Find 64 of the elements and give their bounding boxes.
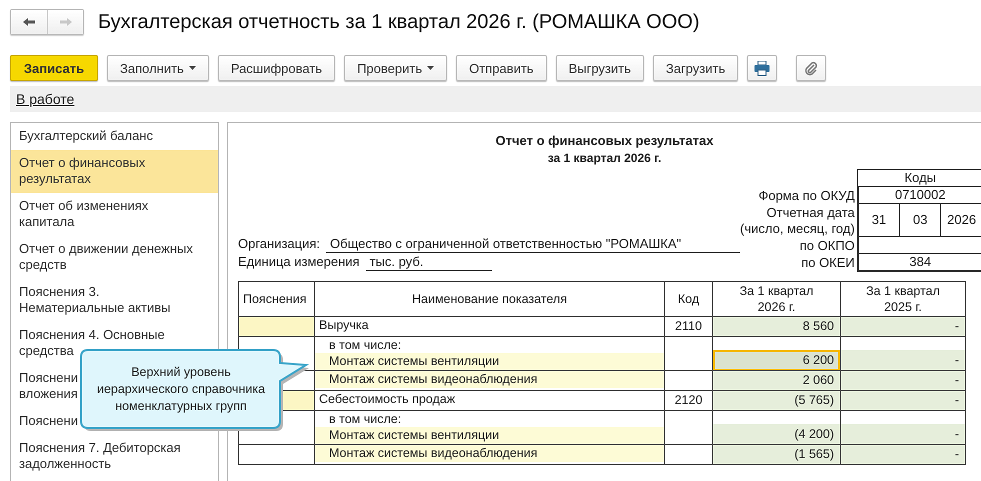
value-cell[interactable]: (1 565)	[713, 444, 840, 465]
status-link[interactable]: В работе	[16, 91, 74, 107]
dropdown-button[interactable]: Проверить	[344, 55, 448, 81]
code-label: по ОКЕИ	[800, 255, 855, 271]
report-title: Отчет о финансовых результатах	[494, 133, 714, 148]
table-cell-text: Выручка	[318, 317, 370, 334]
table-cell: Монтаж системы вентиляции	[315, 427, 664, 444]
table-cell: Монтаж системы видеонаблюдения	[315, 445, 664, 462]
window-title: Бухгалтерская отчетность за 1 квартал 2026 г. (РОМАШКА ООО)	[98, 10, 700, 34]
field-label: Единица измерения	[238, 254, 360, 271]
sidebar-item[interactable]: Пояснения 7. Дебиторская задолженность	[11, 435, 218, 478]
caret-icon	[427, 66, 434, 70]
code-label: по ОКПО	[798, 238, 855, 254]
field-label: Организация:	[238, 236, 320, 253]
left-arrow-icon	[22, 17, 36, 27]
save-button[interactable]: Записать	[10, 55, 98, 81]
paperclip-icon	[804, 60, 818, 76]
code-cell: 0710002	[856, 187, 981, 204]
value-cell[interactable]: -	[841, 370, 965, 391]
table-cell: Монтаж системы вентиляции	[315, 353, 664, 370]
date-cell: 03	[899, 204, 940, 236]
value-cell[interactable]: -	[841, 316, 965, 337]
sidebar-item[interactable]: Пояснения 3. Нематериальные активы	[11, 279, 218, 322]
column-header: Код	[664, 282, 712, 316]
date-cell: 2026	[940, 204, 981, 236]
toolbar-button[interactable]: Загрузить	[652, 55, 738, 81]
printer-icon	[754, 60, 770, 76]
column-header: Наименование показателя	[314, 282, 664, 316]
value-cell[interactable]: -	[841, 424, 965, 445]
toolbar-button[interactable]: Отправить	[456, 55, 547, 81]
value-cell[interactable]: 6 200	[713, 350, 840, 371]
right-arrow-icon	[58, 17, 72, 27]
sidebar-item[interactable]: Отчет о финансовых результатах	[11, 150, 218, 193]
codes-header: Коды	[856, 169, 981, 187]
unit-field: тыс. руб.	[366, 254, 492, 271]
table-cell: Монтаж системы видеонаблюдения	[315, 371, 664, 388]
code-label: Форма по ОКУД	[757, 188, 855, 204]
sidebar-item[interactable]: Отчет об изменениях капитала	[11, 193, 218, 236]
code-cell: 384	[856, 254, 981, 272]
value-cell[interactable]: (4 200)	[713, 424, 840, 445]
toolbar-button[interactable]: Выгрузить	[556, 55, 644, 81]
value-cell[interactable]: -	[841, 350, 965, 371]
value-cell[interactable]: 8 560	[713, 316, 840, 337]
table-cell-text: в том числе:	[328, 337, 402, 353]
sidebar-item[interactable]: Отчет о движении денежных средств	[11, 236, 218, 279]
organization-field: Общество с ограниченной ответственностью "РОМАШКА"	[326, 236, 740, 253]
back-button[interactable]	[11, 10, 47, 34]
dropdown-button[interactable]: Заполнить	[107, 55, 209, 81]
attach-button[interactable]	[796, 55, 826, 81]
sidebar-item[interactable]: Бухгалтерский баланс	[11, 123, 218, 150]
toolbar-button[interactable]: Расшифровать	[218, 55, 336, 81]
date-cell-text: 31	[870, 211, 888, 229]
callout-text: Верхний уровень иерархического справочника номенклатурных групп	[96, 364, 266, 415]
value-cell[interactable]: -	[841, 444, 965, 465]
code-label: Отчетная дата (число, месяц, год)	[740, 204, 855, 236]
print-button[interactable]	[747, 55, 778, 81]
column-header: Пояснения	[238, 282, 314, 316]
table-cell-text: в том числе:	[328, 411, 402, 427]
caret-icon	[188, 66, 196, 70]
value-cell[interactable]: (5 765)	[713, 390, 840, 411]
table-cell-text: Себестоимость продаж	[318, 391, 456, 408]
report-subtitle: за 1 квартал 2026 г.	[546, 151, 662, 165]
value-cell[interactable]: 2 060	[713, 370, 840, 391]
value-cell[interactable]: -	[841, 390, 965, 411]
